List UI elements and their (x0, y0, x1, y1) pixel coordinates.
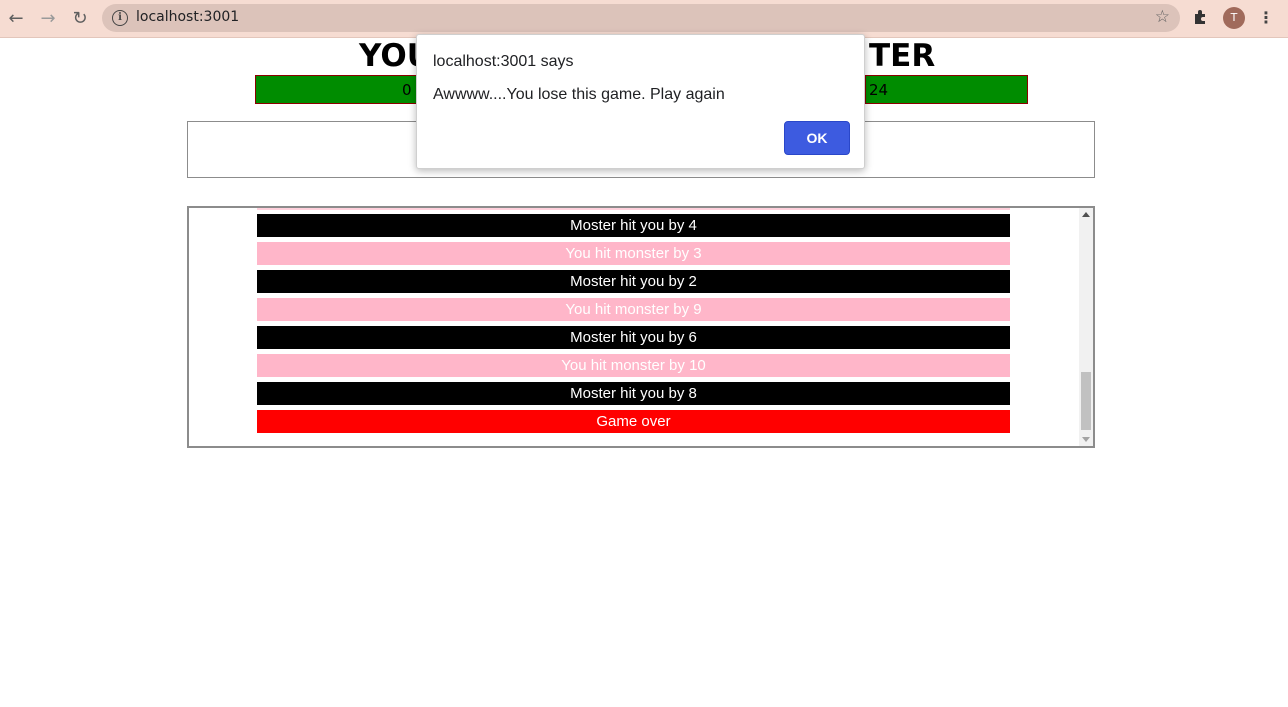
profile-avatar[interactable]: T (1223, 7, 1245, 29)
reload-icon[interactable]: ↻ (68, 6, 92, 30)
monster-health-bar: 24 (865, 75, 1028, 104)
player-health-value: 0 (402, 81, 412, 99)
log-scrollbar[interactable] (1079, 208, 1093, 446)
log-entry: Moster hit you by 8 (257, 382, 1010, 405)
bookmark-star-icon[interactable]: ☆ (1155, 7, 1170, 27)
log-entry: You hit monster by 9 (257, 298, 1010, 321)
log-entry: Moster hit you by 2 (257, 270, 1010, 293)
title-right: TER (869, 38, 936, 74)
monster-health-value: 24 (869, 81, 889, 99)
extensions-puzzle-icon[interactable] (1192, 8, 1212, 28)
log-entry: You hit monster by 10 (257, 354, 1010, 377)
url-text: localhost:3001 (136, 9, 240, 25)
dialog-message: Awwww....You lose this game. Play again (433, 86, 725, 103)
scroll-down-arrow-icon[interactable] (1082, 437, 1090, 442)
scroll-up-arrow-icon[interactable] (1082, 212, 1090, 217)
log-entry: Moster hit you by 4 (257, 214, 1010, 237)
dialog-header: localhost:3001 says (433, 53, 574, 70)
forward-arrow-icon[interactable]: → (36, 6, 60, 30)
player-health-bar: 0 (255, 75, 417, 104)
battle-log[interactable]: Moster hit you by 4 You hit monster by 3 M… (187, 206, 1095, 448)
log-entry: Game over (257, 410, 1010, 433)
browser-toolbar: ← → ↻ i localhost:3001 ☆ T ⋮ (0, 0, 1288, 38)
info-icon[interactable]: i (112, 10, 128, 26)
address-bar[interactable]: i localhost:3001 ☆ (102, 4, 1180, 32)
kebab-menu-icon[interactable]: ⋮ (1258, 6, 1274, 30)
ok-button[interactable]: OK (784, 121, 850, 155)
log-entry: Moster hit you by 6 (257, 326, 1010, 349)
log-divider (257, 208, 1010, 210)
alert-dialog: localhost:3001 says Awwww....You lose th… (416, 34, 865, 169)
back-arrow-icon[interactable]: ← (4, 6, 28, 30)
scroll-thumb[interactable] (1081, 372, 1091, 430)
log-entry: You hit monster by 3 (257, 242, 1010, 265)
